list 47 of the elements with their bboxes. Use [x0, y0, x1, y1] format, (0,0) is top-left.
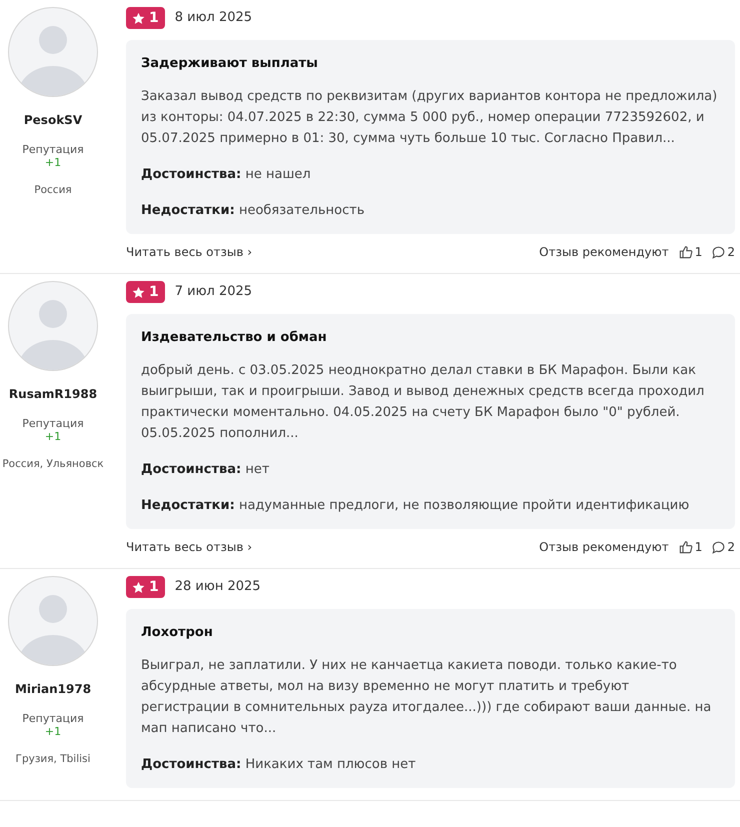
reputation-label: Репутация	[21, 417, 85, 430]
comment-count[interactable]: 2	[712, 243, 735, 261]
comment-icon	[712, 246, 726, 258]
review-date: 28 июн 2025	[174, 578, 261, 596]
pros-text: Достоинства: Никаких там плюсов нет	[141, 756, 417, 774]
reputation-label: Репутация	[21, 712, 85, 725]
location: Россия, Ульяновск	[1, 457, 105, 472]
avatar-icon	[8, 7, 98, 97]
recommend-label: Отзыв рекомендуют	[539, 539, 669, 556]
review-title: Задерживают выплаты	[141, 55, 319, 73]
rating-badge: 1	[126, 7, 165, 29]
cons-text: Недостатки: необязательность	[141, 202, 366, 220]
username[interactable]: Mirian1978	[8, 680, 98, 698]
review-text: Выиграл, не заплатили. У них не канчаетца какиета поводи. только какие-то абсурдные атветы, мол на визу временно не могут платить и требуют регистрации в сомнительных payza итогдалее...))) где собирают ваши данные. на мап написано что...	[141, 657, 712, 738]
reputation-value: +1	[44, 725, 62, 738]
avatar-icon	[8, 576, 98, 666]
read-more-link[interactable]: Читать весь отзыв ›	[126, 538, 252, 556]
star-icon	[132, 580, 145, 594]
location: Грузия, Tbilisi	[14, 752, 92, 767]
pros-text: Достоинства: нет	[141, 461, 270, 479]
thumbs-up-icon	[678, 245, 693, 259]
review-title: Издевательство и обман	[141, 329, 328, 347]
avatar-icon	[8, 281, 98, 371]
comment-icon	[712, 540, 726, 554]
review-title: Лохотрон	[141, 624, 214, 642]
like-count[interactable]: 1	[678, 243, 702, 261]
pros-text: Достоинства: не нашел	[141, 166, 312, 184]
review-date: 7 июл 2025	[174, 283, 252, 302]
reputation-value: +1	[44, 156, 62, 169]
read-more-link[interactable]: Читать весь отзыв ›	[126, 243, 252, 261]
comment-count[interactable]: 2	[712, 538, 735, 556]
rating-badge: 1	[126, 576, 165, 598]
review-text: Заказал вывод средств по реквизитам (других вариантов контора не предложила) из конторы: 04.07.2025 в 22:30, сумма 5 000 руб., номер операции 7723592602, и 05.07.2025 примерно в 01: 30, сумма чуть больше 10 тыс. Согласно Правил...	[141, 88, 718, 148]
like-count[interactable]: 1	[678, 538, 702, 556]
reputation-label: Репутация	[21, 143, 85, 156]
username[interactable]: RusamR1988	[8, 385, 98, 403]
star-icon	[132, 12, 145, 24]
star-icon	[132, 286, 145, 298]
review-text: добрый день. с 03.05.2025 неоднократно делал ставки в БК Марафон. Были как выигрыши, так и проигрыши. Завод и вывод денежных средств всегда проходил практически моментально. 04.05.2025 на счету БК Марафон было "0" рублей. 05.05.2025 пополнил...	[141, 362, 706, 443]
thumbs-up-icon	[678, 540, 693, 554]
location: Россия	[33, 183, 73, 198]
cons-text: Недостатки: надуманные предлоги, не позволяющие пройти идентификацию	[141, 497, 690, 515]
review-date: 8 июл 2025	[174, 9, 252, 28]
rating-badge: 1	[126, 281, 165, 303]
username[interactable]: PesokSV	[8, 111, 98, 129]
reputation-value: +1	[44, 430, 62, 443]
recommend-label: Отзыв рекомендуют	[539, 244, 669, 261]
